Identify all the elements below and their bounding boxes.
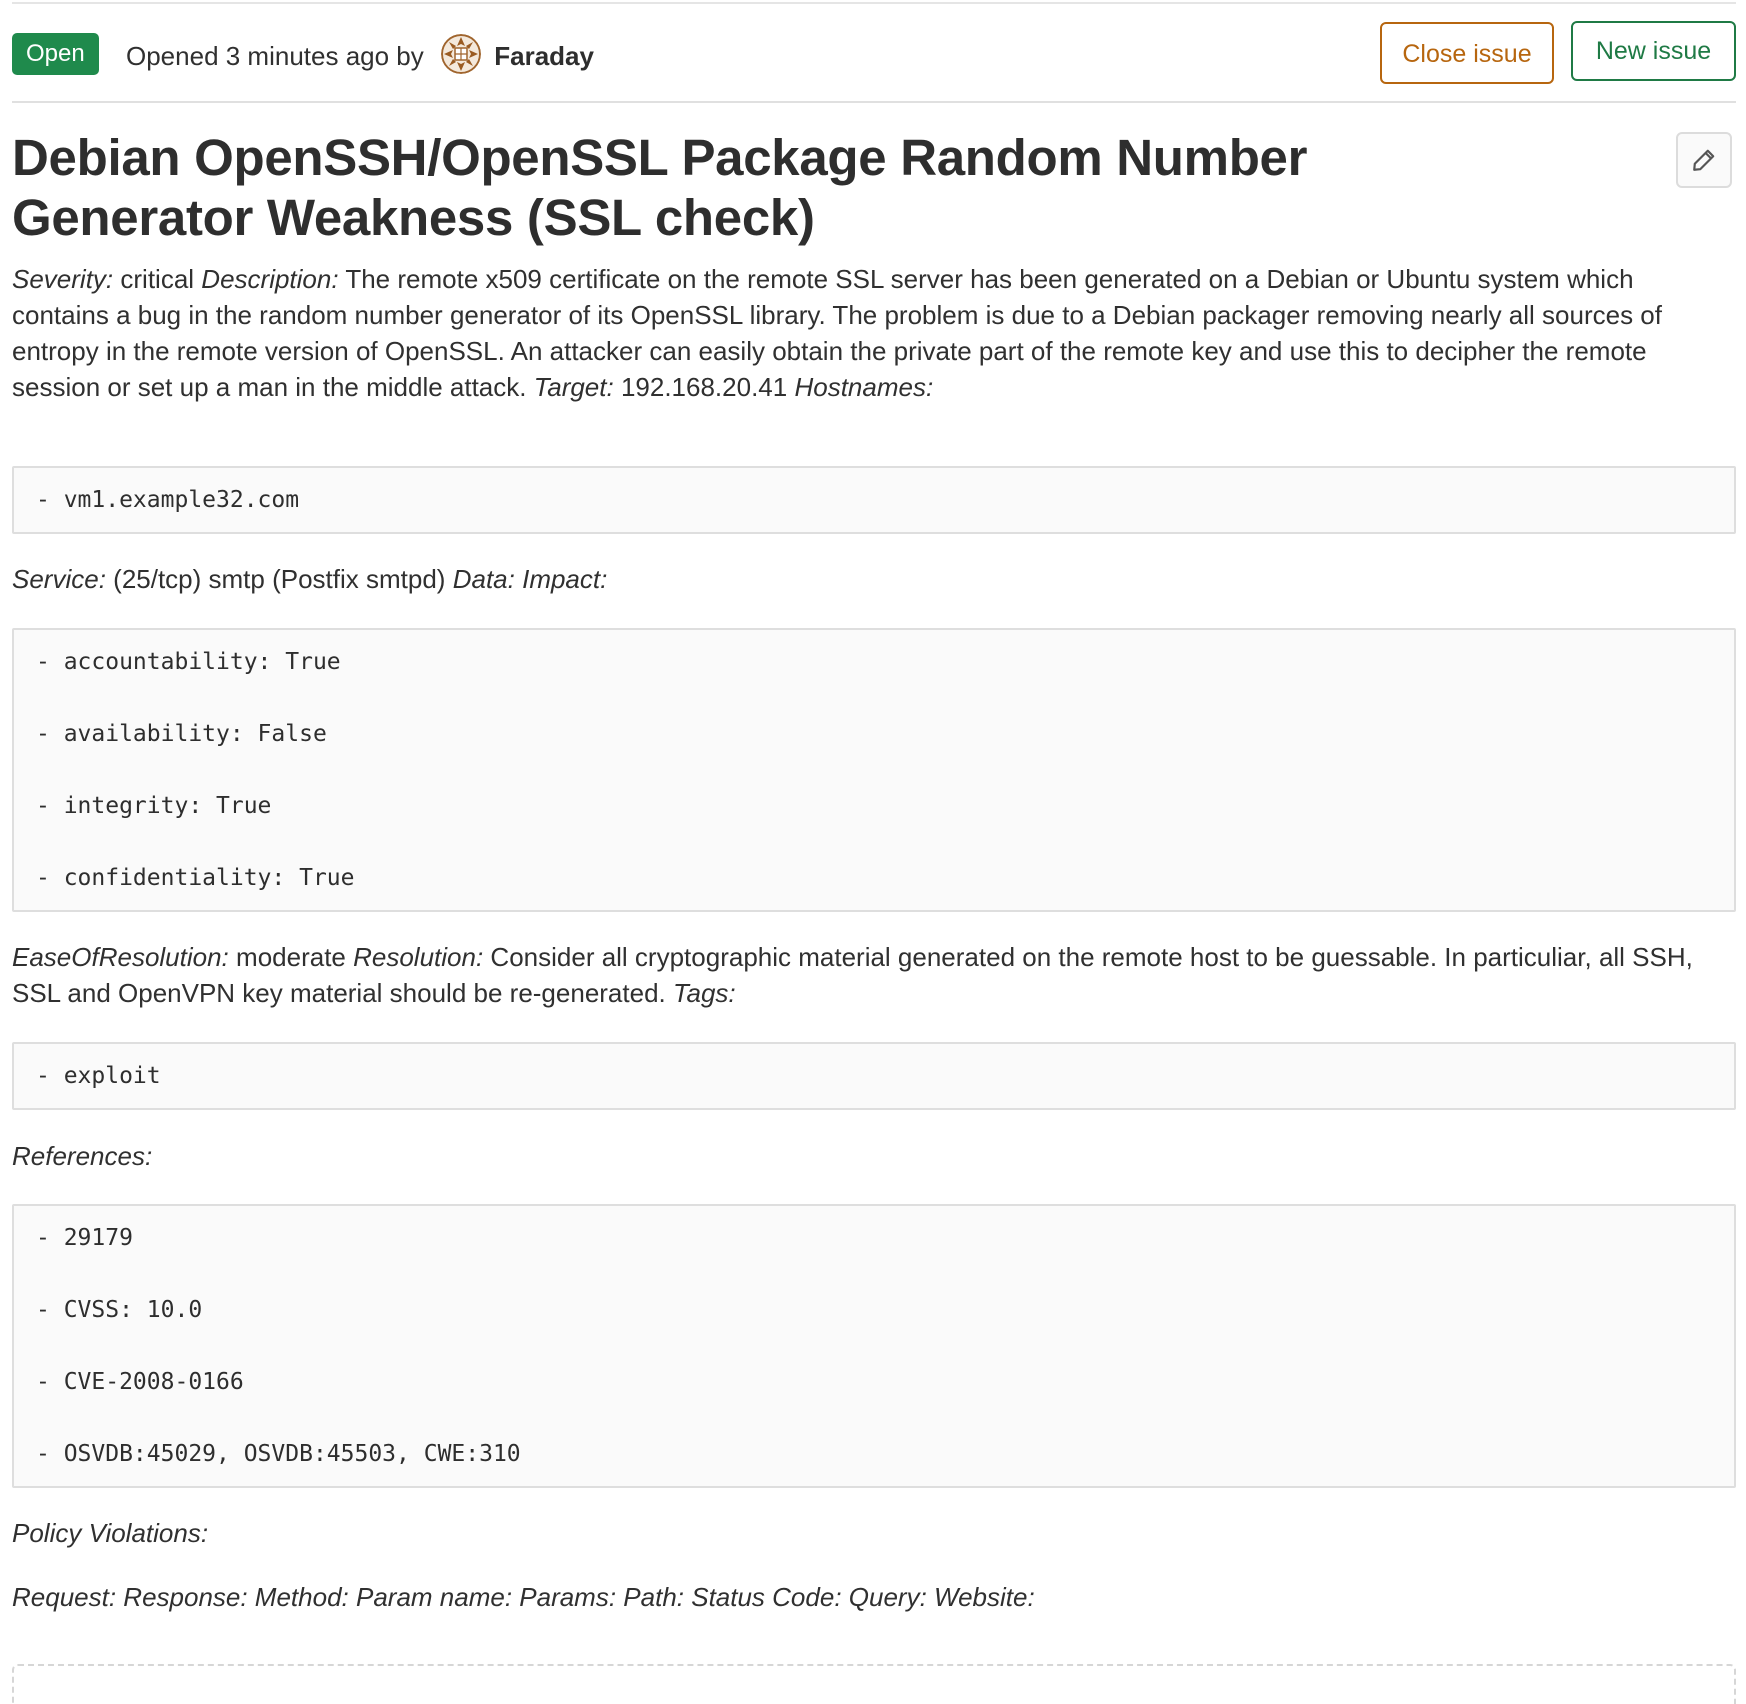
author-name[interactable]: Faraday: [494, 41, 594, 71]
description-label: Description:: [201, 264, 339, 294]
close-issue-button[interactable]: Close issue: [1380, 22, 1554, 84]
service-value: (25/tcp) smtp (Postfix smtpd): [113, 564, 446, 594]
service-label: Service:: [12, 564, 106, 594]
impact-line: - accountability: True: [36, 649, 341, 675]
severity-value: critical: [120, 264, 195, 294]
reference-line: - OSVDB:45029, OSVDB:45503, CWE:310: [36, 1441, 521, 1467]
hostnames-label: Hostnames:: [794, 372, 934, 402]
issue-title: Debian OpenSSH/OpenSSL Package Random Nu…: [12, 129, 1308, 246]
hostnames-code-block: - vm1.example32.com: [12, 466, 1736, 534]
reference-line: - CVSS: 10.0: [36, 1297, 203, 1323]
opened-text: Opened 3 minutes ago by: [126, 41, 424, 72]
impact-line: - integrity: True: [36, 793, 272, 819]
resolution-label: Resolution:: [353, 942, 484, 972]
impact-label: Impact:: [522, 564, 608, 594]
resolution-paragraph: EaseOfResolution: moderate Resolution: C…: [12, 939, 1736, 1011]
pencil-icon: [1693, 149, 1715, 171]
comment-dropzone[interactable]: [12, 1664, 1736, 1704]
ease-value: moderate: [236, 942, 346, 972]
reference-line: - 29179: [36, 1225, 133, 1251]
policy-paragraph: Policy Violations:: [12, 1515, 1736, 1551]
policy-label: Policy Violations:: [12, 1518, 209, 1548]
impact-line: - availability: False: [36, 721, 327, 747]
references-label: References:: [12, 1141, 153, 1171]
references-paragraph: References:: [12, 1138, 1736, 1174]
impact-line: - confidentiality: True: [36, 865, 355, 891]
status-badge: Open: [12, 33, 99, 75]
edit-title-button[interactable]: [1676, 132, 1732, 188]
service-paragraph: Service: (25/tcp) smtp (Postfix smtpd) D…: [12, 561, 1736, 597]
new-issue-button[interactable]: New issue: [1571, 21, 1736, 81]
hostname-line: - vm1.example32.com: [36, 487, 300, 513]
target-label: Target:: [533, 372, 614, 402]
request-fields-paragraph: Request: Response: Method: Param name: P…: [12, 1579, 1736, 1615]
request-fields: Request: Response: Method: Param name: P…: [12, 1582, 1035, 1612]
reference-line: - CVE-2008-0166: [36, 1369, 244, 1395]
top-divider: [12, 2, 1736, 4]
tag-line: - exploit: [36, 1063, 161, 1089]
impact-code-block: - accountability: True - availability: F…: [12, 628, 1736, 912]
avatar[interactable]: [441, 34, 481, 75]
issue-page: Open Opened 3 minutes ago by Faraday Clo…: [0, 0, 1746, 1704]
references-code-block: - 29179 - CVSS: 10.0 - CVE-2008-0166 - O…: [12, 1204, 1736, 1488]
target-value: 192.168.20.41: [620, 372, 788, 402]
description-paragraph: Severity: critical Description: The remo…: [12, 261, 1736, 405]
severity-label: Severity:: [12, 264, 114, 294]
tags-code-block: - exploit: [12, 1042, 1736, 1110]
issue-header: Open Opened 3 minutes ago by Faraday Clo…: [12, 21, 1736, 84]
data-label: Data:: [452, 564, 515, 594]
opened-meta: Opened 3 minutes ago by Faraday: [126, 33, 594, 77]
tags-label: Tags:: [673, 978, 736, 1008]
ease-label: EaseOfResolution:: [12, 942, 229, 972]
header-divider: [12, 101, 1736, 103]
